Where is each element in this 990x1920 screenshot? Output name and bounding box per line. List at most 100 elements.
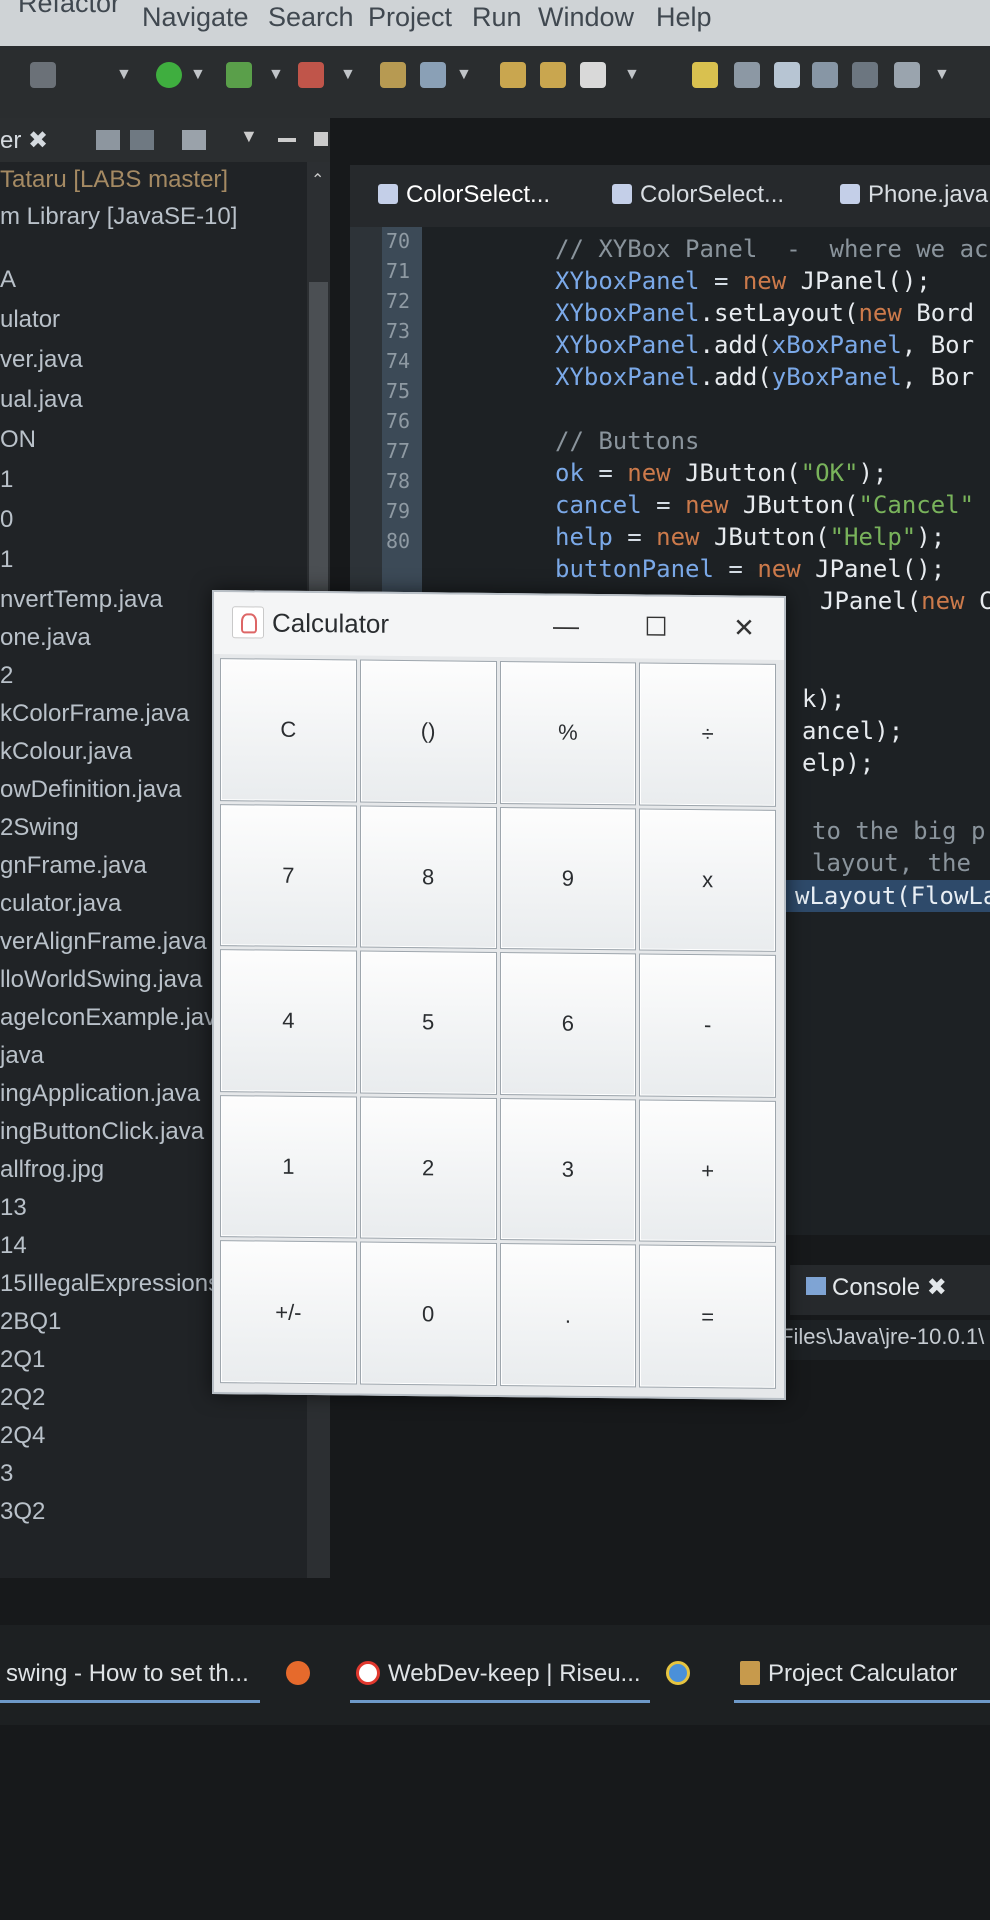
maximize-icon[interactable]: [314, 132, 328, 146]
chevron-down-icon[interactable]: ▼: [934, 66, 950, 84]
debug-icon[interactable]: [226, 62, 252, 88]
view-menu-icon[interactable]: ▼: [240, 126, 258, 147]
chevron-up-icon[interactable]: ⌃: [311, 170, 324, 190]
digit-5-button[interactable]: 5: [359, 950, 497, 1095]
list-item[interactable]: 13: [0, 1194, 27, 1222]
list-item[interactable]: kColorFrame.java: [0, 700, 189, 728]
chevron-down-icon[interactable]: ▼: [340, 66, 356, 84]
highlight-icon[interactable]: [692, 62, 718, 88]
digit-4-button[interactable]: 4: [220, 949, 357, 1094]
list-item[interactable]: 1: [0, 546, 13, 574]
list-item[interactable]: 15IllegalExpressions: [0, 1270, 220, 1298]
minimize-icon[interactable]: [278, 138, 296, 142]
next-annotation-icon[interactable]: [894, 62, 920, 88]
open-task-icon[interactable]: [540, 62, 566, 88]
divide-button[interactable]: ÷: [639, 662, 776, 807]
list-item[interactable]: ual.java: [0, 386, 83, 414]
menu-run[interactable]: Run: [472, 2, 522, 33]
open-type-icon[interactable]: [500, 62, 526, 88]
list-item[interactable]: 2Swing: [0, 814, 79, 842]
digit-1-button[interactable]: 1: [220, 1094, 357, 1239]
list-item[interactable]: ingApplication.java: [0, 1080, 200, 1108]
menu-help[interactable]: Help: [656, 2, 712, 33]
chrome-icon[interactable]: [666, 1660, 698, 1688]
package-explorer-tab[interactable]: er ✖: [0, 126, 48, 155]
add-button[interactable]: +: [639, 1099, 776, 1244]
digit-8-button[interactable]: 8: [359, 805, 497, 950]
list-item[interactable]: 3Q2: [0, 1498, 45, 1526]
menu-window[interactable]: Window: [538, 2, 634, 33]
negate-button[interactable]: +/-: [220, 1240, 357, 1385]
list-item[interactable]: 2Q1: [0, 1346, 45, 1374]
menu-navigate[interactable]: Navigate: [142, 2, 249, 33]
chevron-down-icon[interactable]: ▼: [116, 66, 132, 84]
taskbar-item-project-calculator[interactable]: Project Calculator: [740, 1660, 957, 1688]
taskbar-item-webdev[interactable]: WebDev-keep | Riseu...: [356, 1660, 641, 1688]
multiply-button[interactable]: x: [639, 808, 776, 953]
menu-refactor[interactable]: Refactor: [18, 0, 120, 19]
skip-breakpoints-icon[interactable]: [30, 62, 56, 88]
list-item[interactable]: 14: [0, 1232, 27, 1260]
list-item[interactable]: 3: [0, 1460, 13, 1488]
list-item[interactable]: gnFrame.java: [0, 852, 147, 880]
maximize-button[interactable]: ☐: [634, 606, 678, 646]
whitespace-icon[interactable]: [812, 62, 838, 88]
decimal-button[interactable]: .: [499, 1243, 637, 1388]
list-item[interactable]: Tataru [LABS master]: [0, 166, 228, 194]
tab-colorselect-2[interactable]: ColorSelect...: [612, 181, 784, 209]
list-item[interactable]: lloWorldSwing.java: [0, 966, 202, 994]
list-item[interactable]: kColour.java: [0, 738, 132, 766]
minimize-button[interactable]: —: [544, 605, 588, 645]
list-item[interactable]: 2BQ1: [0, 1308, 61, 1336]
equals-button[interactable]: =: [639, 1244, 776, 1389]
tab-phone-java[interactable]: Phone.java: [840, 181, 988, 209]
link-icon[interactable]: [734, 62, 760, 88]
digit-6-button[interactable]: 6: [499, 952, 637, 1097]
list-item[interactable]: 1: [0, 466, 13, 494]
new-project-icon[interactable]: [380, 62, 406, 88]
percent-button[interactable]: %: [499, 661, 637, 806]
firefox-icon[interactable]: [286, 1660, 318, 1688]
list-item[interactable]: ageIconExample.jav: [0, 1004, 216, 1032]
list-item[interactable]: ingButtonClick.java: [0, 1118, 204, 1146]
pencil-icon[interactable]: [580, 62, 606, 88]
chevron-down-icon[interactable]: ▼: [190, 66, 206, 84]
list-item[interactable]: ON: [0, 426, 36, 454]
subtract-button[interactable]: -: [639, 953, 776, 1098]
chevron-down-icon[interactable]: ▼: [624, 66, 640, 84]
list-item[interactable]: 2Q2: [0, 1384, 45, 1412]
external-tools-icon[interactable]: [298, 62, 324, 88]
list-item[interactable]: culator.java: [0, 890, 121, 918]
digit-2-button[interactable]: 2: [359, 1096, 497, 1241]
list-item[interactable]: ver.java: [0, 346, 83, 374]
digit-7-button[interactable]: 7: [220, 803, 357, 948]
block-selection-icon[interactable]: [774, 62, 800, 88]
pilcrow-icon[interactable]: [852, 62, 878, 88]
list-item[interactable]: 0: [0, 506, 13, 534]
list-item[interactable]: ulator: [0, 306, 60, 334]
calculator-title-bar[interactable]: Calculator — ☐ ✕: [214, 592, 784, 660]
list-item[interactable]: m Library [JavaSE-10]: [0, 203, 237, 231]
list-item[interactable]: A: [0, 266, 16, 294]
list-item[interactable]: owDefinition.java: [0, 776, 181, 804]
list-item[interactable]: one.java: [0, 624, 91, 652]
list-item[interactable]: nvertTemp.java: [0, 586, 163, 614]
list-item[interactable]: 2Q4: [0, 1422, 45, 1450]
close-button[interactable]: ✕: [722, 607, 766, 647]
list-item[interactable]: verAlignFrame.java: [0, 928, 207, 956]
list-item[interactable]: java: [0, 1042, 44, 1070]
list-item[interactable]: 2: [0, 662, 13, 690]
digit-3-button[interactable]: 3: [499, 1097, 637, 1242]
clear-button[interactable]: C: [220, 658, 357, 803]
chevron-down-icon[interactable]: ▼: [268, 66, 284, 84]
filter-icon[interactable]: [182, 130, 206, 150]
chevron-down-icon[interactable]: ▼: [456, 66, 472, 84]
tab-colorselect-1[interactable]: ColorSelect...: [378, 181, 550, 209]
console-tab[interactable]: Console ✖: [790, 1265, 990, 1315]
link-with-editor-icon[interactable]: [130, 130, 154, 150]
taskbar-item-browser-tab[interactable]: swing - How to set th...: [6, 1660, 249, 1688]
digit-9-button[interactable]: 9: [499, 806, 637, 951]
menu-search[interactable]: Search: [268, 2, 354, 33]
new-class-icon[interactable]: [420, 62, 446, 88]
parentheses-button[interactable]: (): [359, 659, 497, 804]
